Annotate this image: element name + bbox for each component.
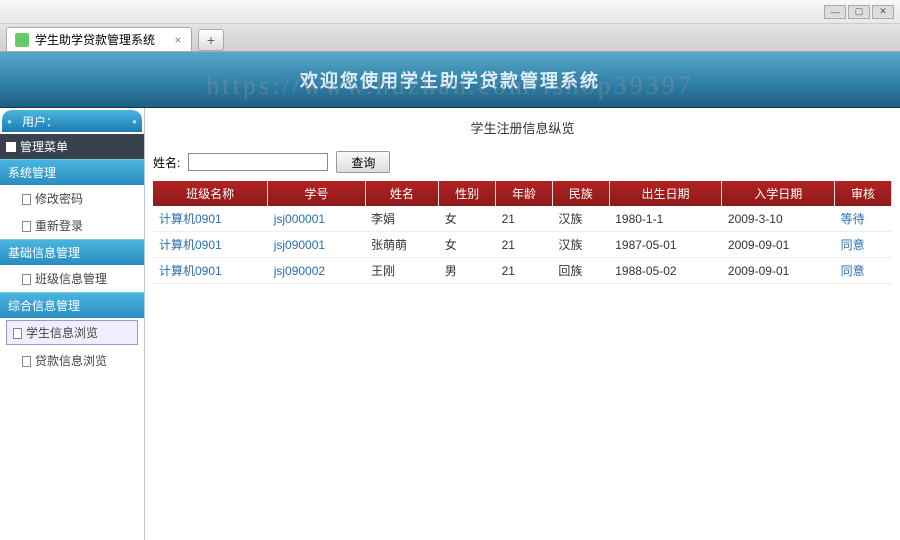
- section-label: 综合信息管理: [8, 297, 80, 314]
- sidebar-item-change-password[interactable]: 修改密码: [0, 185, 144, 212]
- cell-audit[interactable]: 等待: [835, 206, 892, 232]
- cell-audit-link[interactable]: 同意: [841, 238, 865, 252]
- col-enroll: 入学日期: [722, 181, 835, 206]
- cell-sid[interactable]: jsj090001: [268, 232, 365, 258]
- cell-sid-link[interactable]: jsj000001: [274, 212, 325, 226]
- table-row: 计算机0901 jsj000001 李娟女21汉族1980-1-12009-3-10…: [153, 206, 892, 232]
- cell-class-link[interactable]: 计算机0901: [159, 264, 222, 278]
- sidebar: 用户： 管理菜单 系统管理 修改密码 重新登录 基础信息管理 班级信息管理 综合…: [0, 108, 145, 540]
- cell-enroll: 2009-3-10: [722, 206, 835, 232]
- cell-dob: 1987-05-01: [609, 232, 722, 258]
- table-row: 计算机0901 jsj090001 张萌萌女21汉族1987-05-012009-0…: [153, 232, 892, 258]
- cell-class[interactable]: 计算机0901: [153, 206, 268, 232]
- cell-audit-link[interactable]: 等待: [841, 212, 865, 226]
- sidebar-root-menu[interactable]: 管理菜单: [0, 134, 144, 159]
- sidebar-item-class-mgmt[interactable]: 班级信息管理: [0, 265, 144, 292]
- sidebar-user-label: 用户：: [22, 113, 58, 130]
- menu-icon: [6, 142, 16, 152]
- cell-name: 张萌萌: [365, 232, 439, 258]
- cell-class-link[interactable]: 计算机0901: [159, 238, 222, 252]
- favicon-icon: [15, 33, 29, 47]
- tab-close-icon[interactable]: ×: [171, 33, 185, 47]
- cell-sid-link[interactable]: jsj090002: [274, 264, 325, 278]
- search-name-input[interactable]: [188, 153, 328, 171]
- students-table: 班级名称 学号 姓名 性别 年龄 民族 出生日期 入学日期 审核 计算机0901…: [153, 181, 892, 284]
- cell-dob: 1988-05-02: [609, 258, 722, 284]
- cell-nation: 汉族: [552, 232, 609, 258]
- tab-title: 学生助学贷款管理系统: [35, 31, 155, 48]
- cell-audit[interactable]: 同意: [835, 232, 892, 258]
- window-titlebar: — ▢ ✕: [0, 0, 900, 24]
- cell-age: 21: [496, 258, 553, 284]
- content-area: 学生注册信息纵览 姓名: 查询 班级名称 学号 姓名 性别 年龄 民族 出生日期…: [145, 108, 900, 540]
- cell-class[interactable]: 计算机0901: [153, 232, 268, 258]
- col-name: 姓名: [365, 181, 439, 206]
- table-row: 计算机0901 jsj090002 王刚男21回族1988-05-022009-09…: [153, 258, 892, 284]
- cell-dob: 1980-1-1: [609, 206, 722, 232]
- section-label: 基础信息管理: [8, 244, 80, 261]
- cell-sid[interactable]: jsj090002: [268, 258, 365, 284]
- sidebar-item-student-browse[interactable]: 学生信息浏览: [6, 320, 138, 345]
- search-label: 姓名:: [153, 154, 180, 171]
- cell-sex: 女: [439, 232, 496, 258]
- doc-icon: [22, 194, 31, 205]
- browser-tab-active[interactable]: 学生助学贷款管理系统 ×: [6, 27, 192, 51]
- item-label: 修改密码: [35, 192, 83, 206]
- sidebar-section-basic[interactable]: 基础信息管理: [0, 239, 144, 265]
- doc-icon: [22, 356, 31, 367]
- item-label: 重新登录: [35, 219, 83, 233]
- sidebar-item-relogin[interactable]: 重新登录: [0, 212, 144, 239]
- search-button[interactable]: 查询: [336, 151, 390, 173]
- cell-sid[interactable]: jsj000001: [268, 206, 365, 232]
- cell-audit-link[interactable]: 同意: [841, 264, 865, 278]
- item-label: 学生信息浏览: [26, 326, 98, 340]
- doc-icon: [13, 328, 22, 339]
- menu-root-label: 管理菜单: [20, 138, 68, 155]
- item-label: 贷款信息浏览: [35, 354, 107, 368]
- section-label: 系统管理: [8, 164, 56, 181]
- page-title: 学生注册信息纵览: [153, 112, 892, 147]
- doc-icon: [22, 221, 31, 232]
- cell-name: 王刚: [365, 258, 439, 284]
- cell-audit[interactable]: 同意: [835, 258, 892, 284]
- table-header-row: 班级名称 学号 姓名 性别 年龄 民族 出生日期 入学日期 审核: [153, 181, 892, 206]
- sidebar-user-cap: 用户：: [2, 110, 142, 132]
- sidebar-section-combined[interactable]: 综合信息管理: [0, 292, 144, 318]
- window-controls: — ▢ ✕: [824, 5, 894, 19]
- cell-sex: 男: [439, 258, 496, 284]
- item-label: 班级信息管理: [35, 272, 107, 286]
- cell-sid-link[interactable]: jsj090001: [274, 238, 325, 252]
- cell-name: 李娟: [365, 206, 439, 232]
- search-row: 姓名: 查询: [153, 147, 892, 181]
- col-sid: 学号: [268, 181, 365, 206]
- col-sex: 性别: [439, 181, 496, 206]
- banner-title: 欢迎您使用学生助学贷款管理系统: [300, 67, 600, 93]
- cell-sex: 女: [439, 206, 496, 232]
- doc-icon: [22, 274, 31, 285]
- browser-tabstrip: 学生助学贷款管理系统 × +: [0, 24, 900, 52]
- app-banner: 欢迎您使用学生助学贷款管理系统: [0, 52, 900, 108]
- cell-nation: 汉族: [552, 206, 609, 232]
- cell-age: 21: [496, 206, 553, 232]
- sidebar-section-system[interactable]: 系统管理: [0, 159, 144, 185]
- window-max-button[interactable]: ▢: [848, 5, 870, 19]
- sidebar-item-loan-browse[interactable]: 贷款信息浏览: [0, 347, 144, 374]
- cell-age: 21: [496, 232, 553, 258]
- col-age: 年龄: [496, 181, 553, 206]
- cell-nation: 回族: [552, 258, 609, 284]
- window-min-button[interactable]: —: [824, 5, 846, 19]
- col-dob: 出生日期: [609, 181, 722, 206]
- col-class: 班级名称: [153, 181, 268, 206]
- cell-class[interactable]: 计算机0901: [153, 258, 268, 284]
- cell-enroll: 2009-09-01: [722, 258, 835, 284]
- cell-enroll: 2009-09-01: [722, 232, 835, 258]
- new-tab-button[interactable]: +: [198, 29, 224, 51]
- col-audit: 审核: [835, 181, 892, 206]
- cell-class-link[interactable]: 计算机0901: [159, 212, 222, 226]
- col-nation: 民族: [552, 181, 609, 206]
- window-close-button[interactable]: ✕: [872, 5, 894, 19]
